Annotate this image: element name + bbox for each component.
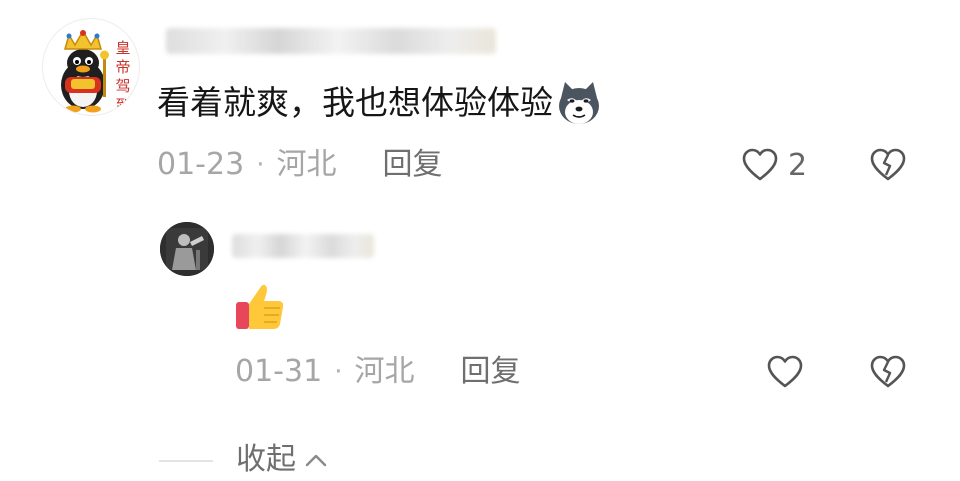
meta-separator: · — [256, 150, 265, 180]
reply-content — [234, 282, 288, 336]
reply-button[interactable]: 回复 — [382, 145, 442, 185]
reply-dislike-button[interactable] — [868, 352, 908, 392]
meta-separator: · — [334, 357, 343, 387]
commenter-avatar[interactable]: 皇帝驾到 — [42, 18, 140, 116]
comment-location: 河北 — [276, 147, 337, 182]
comment-text: 看着就爽，我也想体验体验 — [157, 80, 603, 126]
replier-avatar[interactable] — [160, 222, 214, 276]
broken-heart-icon — [870, 148, 906, 181]
chevron-up-icon — [305, 454, 327, 467]
thumbs-up-emoji-icon — [236, 284, 284, 329]
heart-outline-icon — [767, 355, 803, 388]
reply-meta: 01-31 · 河北 回复 — [235, 352, 520, 392]
like-count: 2 — [788, 147, 808, 183]
broken-heart-icon — [870, 355, 906, 388]
dislike-button[interactable] — [868, 145, 908, 185]
comment-date: 01-23 — [157, 147, 245, 182]
reply-date: 01-31 — [235, 354, 323, 389]
collapse-replies-button[interactable]: 收起 — [236, 440, 328, 480]
husky-doge-emoji-icon — [559, 82, 599, 124]
heart-outline-icon — [742, 148, 778, 181]
collapse-divider — [159, 460, 213, 462]
reply-to-reply-button[interactable]: 回复 — [460, 352, 520, 392]
like-button[interactable]: 2 — [742, 145, 807, 185]
comment-meta: 01-23 · 河北 回复 — [157, 145, 442, 185]
avatar-opera-figure-image — [160, 222, 214, 276]
reply-location: 河北 — [354, 354, 415, 389]
reply-like-button[interactable] — [765, 352, 805, 392]
comment-text-content: 看着就爽，我也想体验体验 — [157, 83, 553, 122]
avatar-side-text: 皇帝驾到 — [115, 39, 131, 114]
collapse-label: 收起 — [236, 442, 296, 477]
